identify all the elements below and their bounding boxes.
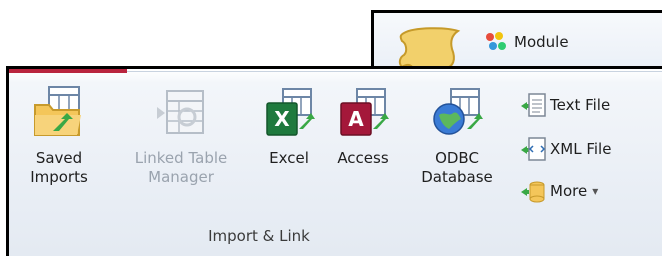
more-label: More bbox=[550, 182, 588, 200]
excel-label: Excel bbox=[269, 149, 309, 167]
module-button[interactable]: Module bbox=[484, 29, 569, 55]
odbc-database-label: ODBC Database bbox=[421, 149, 493, 186]
linked-table-manager-label: Linked Table Manager bbox=[134, 149, 228, 186]
access-icon: A bbox=[340, 88, 389, 136]
excel-button[interactable]: X Excel bbox=[261, 85, 317, 225]
xml-file-button[interactable]: XML File bbox=[519, 135, 611, 163]
access-button[interactable]: A Access bbox=[331, 85, 395, 225]
saved-imports-label: Saved Imports bbox=[30, 149, 88, 186]
tab-accent bbox=[9, 69, 127, 73]
module-label: Module bbox=[514, 33, 569, 51]
more-button[interactable]: More ▾ bbox=[519, 177, 598, 205]
svg-text:X: X bbox=[274, 107, 290, 131]
saved-imports-button[interactable]: Saved Imports bbox=[24, 85, 94, 225]
access-label: Access bbox=[337, 149, 389, 167]
text-file-button[interactable]: Text File bbox=[519, 91, 610, 119]
svg-text:A: A bbox=[348, 107, 364, 131]
xml-file-label: XML File bbox=[550, 140, 612, 158]
more-icon bbox=[521, 181, 545, 203]
excel-icon: X bbox=[266, 88, 315, 136]
linked-table-manager-button[interactable]: Linked Table Manager bbox=[111, 85, 251, 225]
folder-table-import-icon bbox=[34, 86, 81, 136]
linked-table-manager-icon bbox=[157, 90, 204, 134]
group-label: Import & Link bbox=[208, 227, 310, 245]
odbc-database-icon bbox=[433, 88, 483, 135]
import-link-ribbon-group: Saved Imports Linked Table Manager X Exc… bbox=[6, 66, 662, 256]
text-file-icon bbox=[521, 93, 546, 117]
xml-file-icon bbox=[521, 137, 546, 161]
module-icon bbox=[486, 32, 506, 50]
chevron-down-icon: ▾ bbox=[592, 184, 599, 198]
odbc-database-button[interactable]: ODBC Database bbox=[417, 85, 497, 225]
tab-line bbox=[127, 71, 662, 72]
text-file-label: Text File bbox=[550, 96, 611, 114]
